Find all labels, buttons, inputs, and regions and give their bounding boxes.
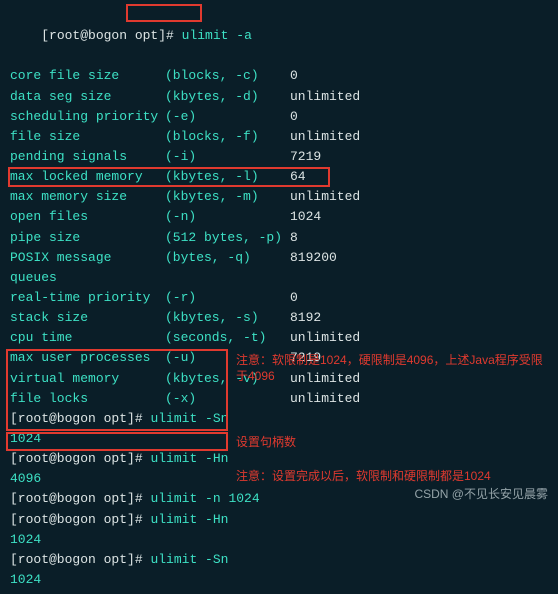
limit-row: stack size(kbytes, -s)8192 xyxy=(10,308,548,328)
limit-row: max memory size(kbytes, -m)unlimited xyxy=(10,187,548,207)
note-3: 注意：设置完成以后，软限制和硬限制都是1024 xyxy=(236,468,491,484)
limit-row: data seg size(kbytes, -d)unlimited xyxy=(10,87,548,107)
limit-row: real-time priority (-r)0 xyxy=(10,288,548,308)
limit-row: pending signals (-i)7219 xyxy=(10,147,548,167)
limit-row: cpu time(seconds, -t)unlimited xyxy=(10,328,548,348)
note-1: 注意：软限制是1024，硬限制是4096，上述Java程序受限于4096 xyxy=(236,352,550,384)
limit-row: core file size(blocks, -c)0 xyxy=(10,66,548,86)
limit-row: file locks (-x)unlimited xyxy=(10,389,548,409)
command: ulimit -a xyxy=(182,28,252,43)
note-2: 设置句柄数 xyxy=(236,434,296,450)
cmd-line-1: [root@bogon opt]# ulimit -a xyxy=(10,6,548,66)
output-line: 1024 xyxy=(10,530,548,550)
limit-row: pipe size(512 bytes, -p)8 xyxy=(10,228,548,248)
prompt: [root@bogon opt]# xyxy=(41,28,174,43)
limit-row: POSIX message queues (bytes, -q)819200 xyxy=(10,248,548,288)
cmd-line: [root@bogon opt]# ulimit -Hn xyxy=(10,449,548,469)
limit-row: scheduling priority (-e)0 xyxy=(10,107,548,127)
cmd-line: [root@bogon opt]# ulimit -Sn xyxy=(10,409,548,429)
watermark: CSDN @不见长安见晨雾 xyxy=(414,485,548,504)
output-line: 1024 xyxy=(10,570,548,590)
terminal: [root@bogon opt]# ulimit -a core file si… xyxy=(0,0,558,594)
limit-row-open-files: open files (-n)1024 xyxy=(10,207,548,227)
limit-row: max locked memory(kbytes, -l)64 xyxy=(10,167,548,187)
cmd-line: [root@bogon opt]# ulimit -Sn xyxy=(10,550,548,570)
limit-row: file size(blocks, -f)unlimited xyxy=(10,127,548,147)
cmd-line: [root@bogon opt]# ulimit -Hn xyxy=(10,510,548,530)
